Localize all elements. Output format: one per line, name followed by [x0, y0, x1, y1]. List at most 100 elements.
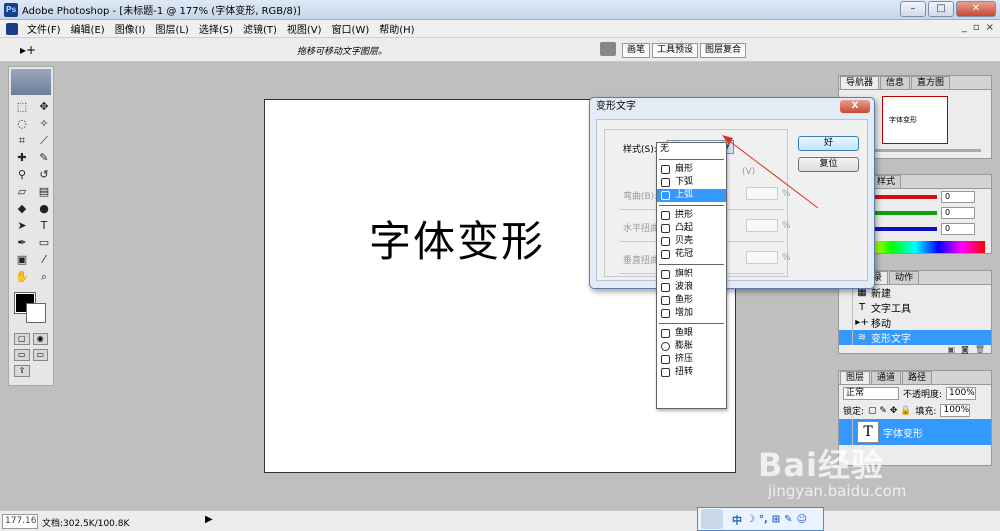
move-tool-icon[interactable]: ✥	[34, 99, 54, 115]
tab-layers[interactable]: 图层	[840, 371, 871, 384]
menu-edit[interactable]: 编辑(E)	[66, 21, 110, 36]
ime-chinese-toggle[interactable]: 中	[732, 512, 742, 527]
menu-view[interactable]: 视图(V)	[282, 21, 327, 36]
style-option-arch[interactable]: 拱形	[657, 209, 726, 222]
marquee-tool-icon[interactable]: ⬚	[12, 99, 32, 115]
green-slider[interactable]	[865, 211, 937, 215]
doc-close-button[interactable]: ×	[986, 22, 994, 33]
lasso-tool-icon[interactable]: ◌	[12, 116, 32, 132]
ime-halfwidth-icon[interactable]: ☽	[746, 514, 755, 525]
ime-keyboard-icon[interactable]: ⊞	[772, 514, 780, 525]
style-option-arc-upper[interactable]: 上弧	[657, 189, 726, 202]
tab-paths[interactable]: 路径	[902, 371, 933, 384]
style-option-rise[interactable]: 增加	[657, 307, 726, 320]
style-option-wave[interactable]: 波浪	[657, 281, 726, 294]
screen-mode-1-icon[interactable]: ▭	[14, 349, 30, 361]
tab-layer-comps[interactable]: 图层复合	[700, 43, 747, 58]
ime-punctuation-icon[interactable]: °,	[759, 514, 768, 525]
lock-icon[interactable]: ▢ ✎ ✥ 🔒	[868, 406, 911, 416]
crop-tool-icon[interactable]: ⌗	[12, 133, 32, 149]
file-browser-icon[interactable]	[600, 42, 616, 56]
adobe-online-icon[interactable]	[11, 69, 51, 95]
tab-brushes[interactable]: 画笔	[622, 43, 651, 58]
background-color[interactable]	[26, 303, 46, 323]
zoom-tool-icon[interactable]: ⌕	[34, 269, 54, 285]
style-option-shell-upper[interactable]: 花冠	[657, 248, 726, 261]
history-item[interactable]: T 文字工具	[839, 300, 991, 315]
healing-brush-icon[interactable]: ✚	[12, 150, 32, 166]
style-option-squeeze[interactable]: 挤压	[657, 353, 726, 366]
dodge-tool-icon[interactable]: ●	[34, 201, 54, 217]
jump-to-imageready-icon[interactable]: ⇪	[14, 365, 30, 377]
style-option-flag[interactable]: 旗帜	[657, 268, 726, 281]
new-doc-from-state-icon[interactable]: ▣	[948, 345, 956, 357]
minimize-button[interactable]: –	[900, 1, 926, 17]
screen-mode-2-icon[interactable]: ▭	[32, 349, 48, 361]
hand-tool-icon[interactable]: ✋	[12, 269, 32, 285]
brush-tool-icon[interactable]: ✎	[34, 150, 54, 166]
tab-styles[interactable]: 样式	[871, 175, 902, 188]
style-option-fisheye[interactable]: 鱼眼	[657, 327, 726, 340]
opacity-field[interactable]: 100%	[946, 387, 977, 400]
style-option-arc[interactable]: 扇形	[657, 163, 726, 176]
tab-actions[interactable]: 动作	[889, 271, 920, 284]
eraser-tool-icon[interactable]: ▱	[12, 184, 32, 200]
new-snapshot-icon[interactable]: ◙	[961, 345, 969, 357]
eyedropper-icon[interactable]: ⁄	[34, 252, 54, 268]
ime-smiley-icon[interactable]: ☺	[797, 514, 807, 525]
style-option-arc-lower[interactable]: 下弧	[657, 176, 726, 189]
close-button[interactable]: ✕	[956, 1, 996, 17]
menu-file[interactable]: 文件(F)	[22, 21, 66, 36]
menu-select[interactable]: 选择(S)	[194, 21, 238, 36]
tab-info[interactable]: 信息	[880, 76, 911, 89]
reset-button[interactable]: 复位	[798, 157, 859, 172]
magic-wand-icon[interactable]: ✧	[34, 116, 54, 132]
fill-field[interactable]: 100%	[940, 404, 971, 417]
horizontal-distortion-field[interactable]	[746, 219, 778, 232]
move-tool-icon[interactable]: ▸+	[20, 43, 36, 57]
tab-navigator[interactable]: 导航器	[840, 76, 880, 89]
status-menu-arrow-icon[interactable]: ▶	[205, 514, 213, 525]
style-option-bulge[interactable]: 凸起	[657, 222, 726, 235]
quickmask-mode-icon[interactable]: ◉	[32, 333, 48, 345]
maximize-button[interactable]: □	[928, 1, 954, 17]
canvas-text-layer[interactable]: 字体变形	[369, 208, 545, 269]
zoom-field[interactable]: 177.16	[2, 514, 38, 529]
tab-histogram[interactable]: 直方图	[911, 76, 951, 89]
style-option-fish[interactable]: 鱼形	[657, 294, 726, 307]
slice-tool-icon[interactable]: ⟋	[34, 133, 54, 149]
history-item-selected[interactable]: ≋ 变形文字	[839, 330, 991, 345]
standard-mode-icon[interactable]: ▢	[14, 333, 30, 345]
bend-field[interactable]	[746, 187, 778, 200]
blend-mode-select[interactable]: 正常	[843, 387, 899, 400]
blue-slider[interactable]	[865, 227, 937, 231]
menu-help[interactable]: 帮助(H)	[374, 21, 419, 36]
vertical-distortion-field[interactable]	[746, 251, 778, 264]
notes-tool-icon[interactable]: ▣	[12, 252, 32, 268]
red-value[interactable]: 0	[941, 191, 975, 203]
menu-window[interactable]: 窗口(W)	[327, 21, 375, 36]
doc-restore-button[interactable]: ▫	[973, 22, 980, 33]
blur-tool-icon[interactable]: ◆	[12, 201, 32, 217]
history-brush-icon[interactable]: ↺	[34, 167, 54, 183]
doc-minimize-button[interactable]: _	[962, 22, 967, 33]
red-slider[interactable]	[865, 195, 937, 199]
ime-tools-icon[interactable]: ✎	[784, 514, 792, 525]
style-option-shell-lower[interactable]: 贝壳	[657, 235, 726, 248]
tab-channels[interactable]: 通道	[871, 371, 902, 384]
menu-image[interactable]: 图像(I)	[110, 21, 151, 36]
dialog-close-button[interactable]: X	[840, 100, 870, 113]
delete-state-icon[interactable]: 🗑	[975, 345, 985, 357]
blue-value[interactable]: 0	[941, 223, 975, 235]
layer-name[interactable]: 字体变形	[883, 425, 923, 440]
style-option-none[interactable]: 无	[657, 143, 726, 156]
shape-tool-icon[interactable]: ▭	[34, 235, 54, 251]
menu-layer[interactable]: 图层(L)	[150, 21, 193, 36]
navigator-preview[interactable]: 字体变形	[882, 96, 948, 144]
gradient-tool-icon[interactable]: ▤	[34, 184, 54, 200]
green-value[interactable]: 0	[941, 207, 975, 219]
ime-avatar[interactable]	[701, 509, 723, 529]
history-item[interactable]: ▸+ 移动	[839, 315, 991, 330]
pen-tool-icon[interactable]: ✒	[12, 235, 32, 251]
clone-stamp-icon[interactable]: ⚲	[12, 167, 32, 183]
